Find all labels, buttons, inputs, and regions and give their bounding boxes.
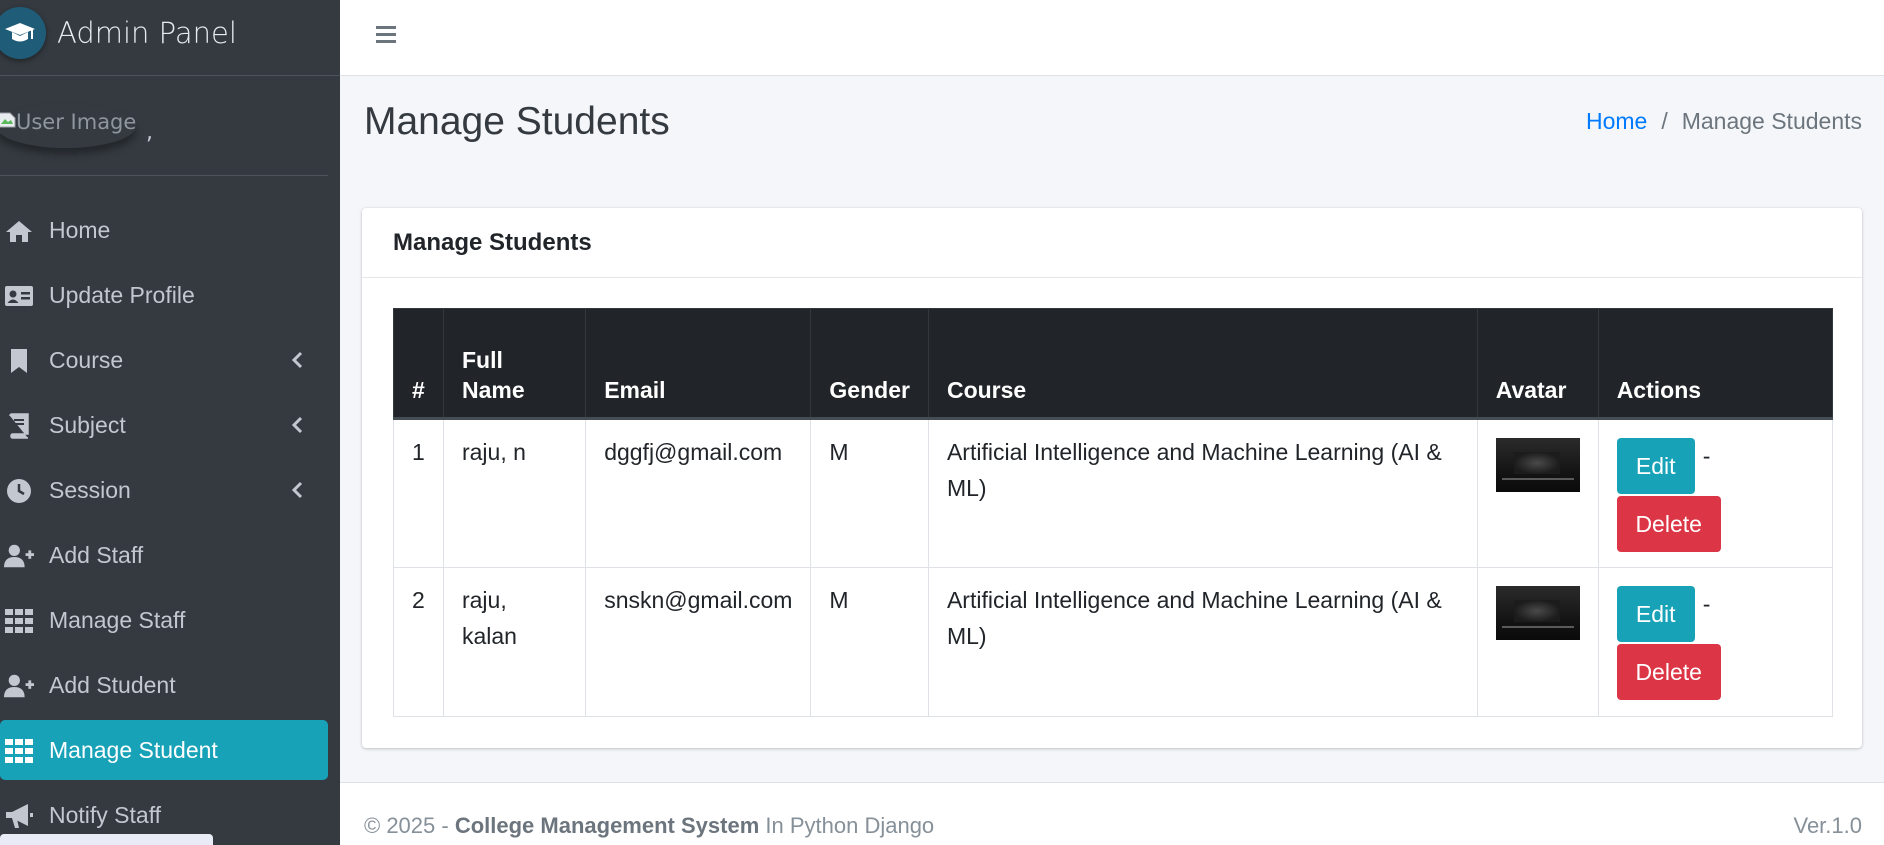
sidebar-item-manage-student[interactable]: Manage Student <box>0 720 328 780</box>
chevron-left-icon <box>291 416 303 434</box>
student-avatar-image <box>1495 586 1580 640</box>
cell-gender: M <box>810 567 929 717</box>
action-separator: - <box>1702 591 1711 617</box>
sidebar-item-subject[interactable]: Subject <box>0 395 328 455</box>
id-card-icon <box>4 283 34 309</box>
cell-full-name: raju, n <box>442 418 587 568</box>
sidebar-item-session[interactable]: Session <box>0 460 328 520</box>
card-header: Manage Students <box>362 208 1862 278</box>
cell-course: Artificial Intelligence and Machine Lear… <box>927 418 1478 568</box>
cell-num: 2 <box>393 567 444 717</box>
breadcrumb: Home / Manage Students <box>1586 108 1862 135</box>
sidebar-nav: Home Update Profile Course Subject Sessi… <box>0 200 340 845</box>
cell-full-name: raju, kalan <box>442 567 587 717</box>
column-header-gender: Gender <box>810 308 929 420</box>
bookmark-icon <box>4 348 34 374</box>
top-navbar <box>340 0 1884 76</box>
column-header-avatar: Avatar <box>1476 308 1599 420</box>
product-name[interactable]: College Management System <box>455 813 759 838</box>
sidebar-item-label: Update Profile <box>49 282 195 308</box>
brand-title: Admin Panel <box>57 16 237 50</box>
page-title: Manage Students <box>364 100 670 143</box>
cell-actions: Edit - Delete <box>1597 418 1834 568</box>
user-image-alt: User Image <box>16 110 137 134</box>
cell-email: snskn@gmail.com <box>585 567 812 717</box>
card-title: Manage Students <box>393 229 592 256</box>
footer: © 2025 - College Management System In Py… <box>340 782 1884 845</box>
column-header-course: Course <box>927 308 1478 420</box>
table-row: 1 raju, n dggfj@gmail.com M Artificial I… <box>393 418 1834 568</box>
action-separator: - <box>1702 443 1711 469</box>
clock-icon <box>4 478 34 504</box>
students-table: # Full Name Email Gender Course Avatar A… <box>393 308 1834 717</box>
breadcrumb-current: Manage Students <box>1681 108 1862 134</box>
version-label: Ver.1.0 <box>1793 813 1862 838</box>
sidebar-item-manage-staff[interactable]: Manage Staff <box>0 590 328 650</box>
chevron-left-icon <box>291 481 303 499</box>
hamburger-icon[interactable] <box>374 22 400 46</box>
breadcrumb-home-link[interactable]: Home <box>1586 108 1647 135</box>
column-header-num: # <box>393 308 444 420</box>
sidebar-item-label: Home <box>49 217 111 243</box>
brand-link[interactable]: Admin Panel <box>0 0 340 76</box>
sidebar-item-label: Manage Student <box>49 737 218 763</box>
sidebar-item-label: Course <box>49 347 124 373</box>
sidebar-item-course[interactable]: Course <box>0 330 328 390</box>
footer-suffix: In Python Django <box>765 813 935 838</box>
sidebar-item-home[interactable]: Home <box>0 200 328 260</box>
delete-button[interactable]: Delete <box>1616 496 1721 552</box>
cell-avatar <box>1476 418 1599 568</box>
edit-button[interactable]: Edit <box>1616 438 1695 494</box>
user-name[interactable]: , <box>146 120 153 145</box>
cell-avatar <box>1476 567 1599 717</box>
graduation-cap-icon <box>0 7 46 59</box>
user-panel: User Image , <box>0 76 328 176</box>
table-row: 2 raju, kalan snskn@gmail.com M Artifici… <box>393 567 1834 717</box>
sidebar-item-label: Notify Staff <box>49 802 162 828</box>
book-icon <box>4 413 34 439</box>
copyright-text: © 2025 - <box>364 813 449 838</box>
column-header-full-name: Full Name <box>442 308 587 420</box>
sidebar-item-update-profile[interactable]: Update Profile <box>0 265 328 325</box>
column-header-email: Email <box>585 308 812 420</box>
user-avatar[interactable]: User Image <box>0 104 136 148</box>
student-avatar-image <box>1495 438 1580 492</box>
grid-icon <box>4 608 34 634</box>
cell-email: dggfj@gmail.com <box>585 418 812 568</box>
broken-image-icon <box>0 112 16 128</box>
column-header-actions: Actions <box>1597 308 1834 420</box>
table-header-row: # Full Name Email Gender Course Avatar A… <box>393 308 1834 420</box>
sidebar-item-label: Add Staff <box>49 542 144 568</box>
cell-num: 1 <box>393 418 444 568</box>
cell-actions: Edit - Delete <box>1597 567 1834 717</box>
sidebar-item-label: Session <box>49 477 131 503</box>
cell-course: Artificial Intelligence and Machine Lear… <box>927 567 1478 717</box>
bullhorn-icon <box>4 803 34 829</box>
sidebar-item-add-staff[interactable]: Add Staff <box>0 525 328 585</box>
home-icon <box>4 218 34 244</box>
user-plus-icon <box>4 543 34 569</box>
edit-button[interactable]: Edit <box>1616 586 1695 642</box>
footer-copyright: © 2025 - College Management System In Py… <box>364 813 934 839</box>
sidebar-item-label: Add Student <box>49 672 176 698</box>
sidebar: Admin Panel User Image , Home Update Pro… <box>0 0 340 845</box>
cell-gender: M <box>810 418 929 568</box>
chevron-left-icon <box>291 351 303 369</box>
delete-button[interactable]: Delete <box>1616 644 1721 700</box>
sidebar-item-add-student[interactable]: Add Student <box>0 655 328 715</box>
students-card: Manage Students # Full Name Email Gender… <box>362 208 1862 748</box>
user-plus-icon <box>4 673 34 699</box>
sidebar-item-label: Subject <box>49 412 126 438</box>
sidebar-scrollbar[interactable] <box>0 834 213 845</box>
grid-icon <box>4 738 34 764</box>
breadcrumb-separator: / <box>1661 108 1668 134</box>
sidebar-item-label: Manage Staff <box>49 607 186 633</box>
